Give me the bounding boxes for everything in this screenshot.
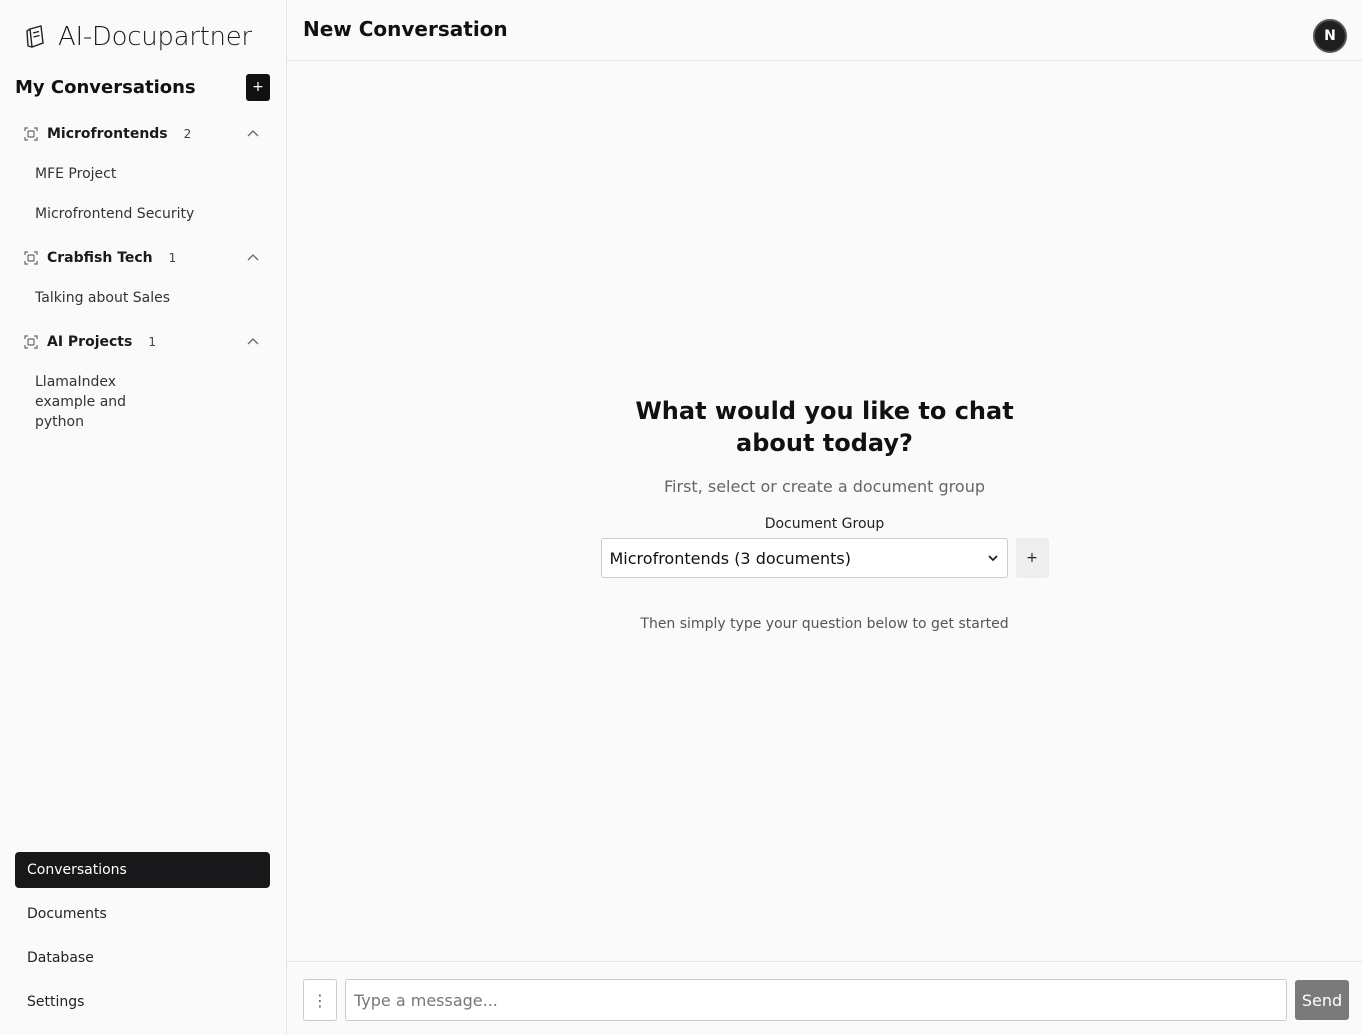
nav-item-database[interactable]: Database xyxy=(15,940,270,976)
document-group-selected: Microfrontends (3 documents) xyxy=(609,548,852,568)
nav-item-conversations[interactable]: Conversations xyxy=(15,852,270,888)
new-conversation-button[interactable]: + xyxy=(246,73,270,101)
group-count: 2 xyxy=(183,127,192,141)
list-item[interactable]: MFE Project xyxy=(15,154,270,194)
app-logo[interactable]: AI-Docupartner xyxy=(24,20,252,54)
group-icon xyxy=(24,335,38,349)
group-ai-projects: AI Projects 1 LlamaIndex example and pyt… xyxy=(15,322,270,442)
chevron-up-icon[interactable] xyxy=(246,127,260,141)
sidebar: AI-Docupartner My Conversations + Microf… xyxy=(0,0,287,1035)
logo-text: AI-Docupartner xyxy=(58,22,252,52)
book-icon xyxy=(26,25,44,48)
group-header[interactable]: Crabfish Tech 1 xyxy=(15,238,270,278)
chevron-down-icon xyxy=(987,555,998,562)
group-header[interactable]: Microfrontends 2 xyxy=(15,114,270,154)
group-count: 1 xyxy=(168,251,177,265)
group-icon xyxy=(24,127,38,141)
more-options-button[interactable]: ⋮ xyxy=(303,979,337,1021)
main-panel: New Conversation N What would you like t… xyxy=(287,0,1362,1035)
avatar[interactable]: N xyxy=(1313,19,1347,53)
add-document-group-button[interactable]: + xyxy=(1015,538,1049,578)
group-crabfish-tech: Crabfish Tech 1 Talking about Sales xyxy=(15,238,270,318)
send-button[interactable]: Send xyxy=(1295,980,1349,1020)
conversations-title: My Conversations xyxy=(15,76,196,98)
top-bar: New Conversation N xyxy=(287,0,1362,61)
list-item[interactable]: Talking about Sales xyxy=(15,278,270,318)
page-title: New Conversation xyxy=(303,17,508,41)
document-group-select[interactable]: Microfrontends (3 documents) xyxy=(600,538,1008,578)
document-group-row: Microfrontends (3 documents) + xyxy=(287,538,1362,578)
group-name: AI Projects xyxy=(47,334,133,350)
group-count: 1 xyxy=(148,335,156,349)
list-item[interactable]: Microfrontend Security xyxy=(15,194,270,234)
group-header[interactable]: AI Projects 1 xyxy=(15,322,270,362)
welcome-panel: What would you like to chat about today?… xyxy=(287,395,1362,632)
nav-item-settings[interactable]: Settings xyxy=(15,984,270,1020)
list-item[interactable]: LlamaIndex example and python xyxy=(15,362,195,442)
message-composer: ⋮ Send xyxy=(287,961,1362,1035)
conversations-header: My Conversations + xyxy=(15,73,270,101)
nav-item-documents[interactable]: Documents xyxy=(15,896,270,932)
group-icon xyxy=(24,251,38,265)
group-name: Microfrontends xyxy=(47,126,168,142)
welcome-hint: Then simply type your question below to … xyxy=(640,616,1009,632)
welcome-headline: What would you like to chat about today? xyxy=(635,397,1014,457)
group-microfrontends: Microfrontends 2 MFE Project Microfronte… xyxy=(15,114,270,234)
group-name: Crabfish Tech xyxy=(47,250,153,266)
conversation-groups: Microfrontends 2 MFE Project Microfronte… xyxy=(15,114,270,446)
document-group-label: Document Group xyxy=(764,516,885,532)
message-input[interactable] xyxy=(345,979,1287,1021)
sidebar-nav: Conversations Documents Database Setting… xyxy=(15,852,270,1028)
welcome-subline: First, select or create a document group xyxy=(664,477,985,496)
chevron-up-icon[interactable] xyxy=(246,335,260,349)
chevron-up-icon[interactable] xyxy=(246,251,260,265)
